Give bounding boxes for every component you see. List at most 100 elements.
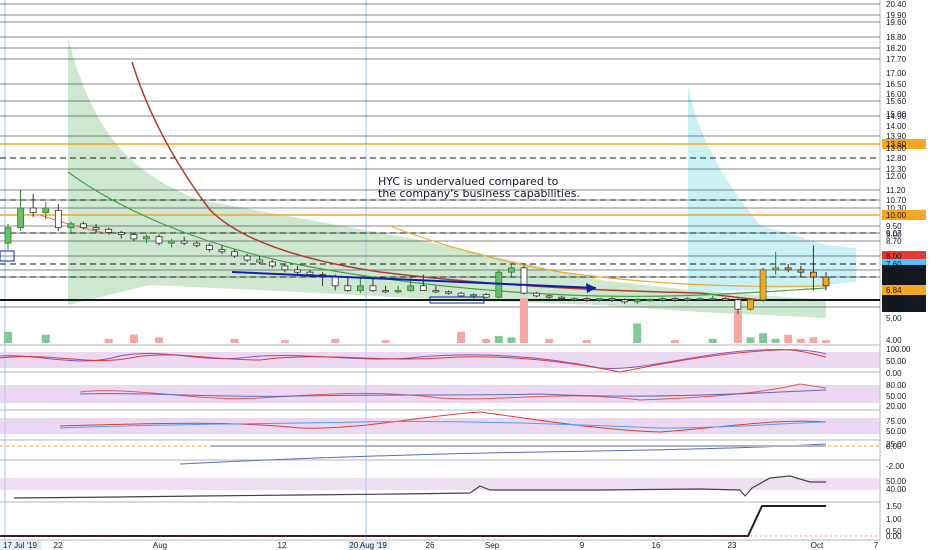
candle-body bbox=[608, 298, 616, 301]
osc-tick-label: 100.00 bbox=[886, 345, 911, 354]
volume-bar bbox=[582, 340, 591, 343]
candle-body bbox=[520, 267, 528, 294]
volume-bar bbox=[708, 338, 717, 343]
candle-body bbox=[143, 236, 150, 240]
candle-body bbox=[709, 298, 717, 300]
price-tick-label: 14.90 bbox=[886, 112, 907, 121]
price-tick-label: 5.75 bbox=[886, 303, 902, 312]
candle-body bbox=[432, 290, 440, 293]
candle-body bbox=[294, 269, 301, 273]
volume-bar bbox=[482, 338, 491, 343]
volume-bar bbox=[519, 298, 528, 343]
osc-tick-label: 80.00 bbox=[886, 381, 907, 390]
candle-body bbox=[256, 259, 264, 263]
price-tick-label: 17.00 bbox=[886, 69, 907, 78]
price-tick-label: 18.20 bbox=[886, 44, 907, 53]
candle-body bbox=[29, 207, 37, 214]
volume-bar bbox=[381, 340, 390, 343]
candle-body bbox=[596, 298, 603, 301]
volume-bar bbox=[457, 331, 466, 343]
volume-bar bbox=[545, 338, 554, 343]
candle-body bbox=[243, 255, 251, 261]
candle-body bbox=[155, 236, 163, 244]
candle-body bbox=[42, 207, 50, 214]
candle-body bbox=[218, 249, 226, 253]
candle-body bbox=[394, 290, 402, 293]
candle-body bbox=[92, 227, 100, 230]
candle-body bbox=[17, 207, 24, 229]
volume-bar bbox=[331, 338, 340, 343]
candle-body bbox=[721, 298, 729, 301]
candle-body bbox=[80, 223, 87, 229]
osc-tick-label: 20.00 bbox=[886, 402, 907, 411]
price-tick-label: 11.20 bbox=[886, 186, 906, 195]
candle-body bbox=[545, 295, 553, 298]
candle-body bbox=[331, 276, 339, 287]
candle-body bbox=[344, 285, 352, 291]
volume-bar bbox=[759, 333, 768, 343]
price-chart[interactable]: HYC is undervalued compared to the compa… bbox=[0, 0, 932, 550]
candle-body bbox=[268, 261, 276, 267]
price-tick-label: 10.00 bbox=[886, 211, 907, 220]
candle-body bbox=[407, 285, 415, 291]
candle-body bbox=[180, 240, 188, 244]
osc-tick-label: 0.00 bbox=[886, 532, 902, 541]
volume-bar bbox=[280, 340, 289, 343]
candle-body bbox=[747, 299, 754, 310]
time-tick-label: 26 bbox=[426, 541, 435, 550]
annotation-line-2: the company's business capabilities. bbox=[378, 187, 580, 200]
time-tick-label: Aug bbox=[153, 541, 167, 550]
price-tick-label: 19.60 bbox=[886, 18, 907, 27]
osc-tick-label: 75.00 bbox=[886, 417, 907, 426]
candle-body bbox=[684, 298, 691, 301]
candle-body bbox=[205, 244, 213, 250]
candle-body bbox=[734, 299, 742, 310]
candle-body bbox=[646, 299, 654, 302]
osc-tick-label: 1.50 bbox=[886, 502, 902, 511]
osc-band bbox=[0, 478, 880, 490]
candle-body bbox=[784, 267, 792, 271]
volume-bar bbox=[633, 323, 642, 343]
osc-tick-label: 1.00 bbox=[886, 515, 902, 524]
candle-body bbox=[507, 267, 515, 273]
osc-tick-label: 40.00 bbox=[886, 485, 907, 494]
price-tick-label: 5.00 bbox=[886, 314, 902, 323]
price-tick-label: 15.60 bbox=[886, 97, 907, 106]
candle-body bbox=[445, 291, 452, 294]
candle-body bbox=[633, 299, 641, 303]
price-tick-label: 4.00 bbox=[886, 336, 902, 345]
osc-tick-label: -2.00 bbox=[886, 462, 905, 471]
candle-body bbox=[671, 298, 679, 301]
candle-body bbox=[621, 299, 629, 303]
time-tick-label: 9 bbox=[580, 541, 585, 550]
price-tick-label: 13.00 bbox=[886, 144, 907, 153]
candle-body bbox=[419, 285, 427, 291]
candle-body bbox=[772, 267, 780, 271]
candle-body bbox=[797, 269, 805, 273]
candle-body bbox=[117, 232, 125, 235]
volume-bar bbox=[155, 337, 164, 343]
price-tick-label: 12.80 bbox=[886, 154, 907, 163]
candle-body bbox=[583, 298, 591, 301]
osc-tick-label: 0.00 bbox=[886, 369, 902, 378]
candle-body bbox=[168, 240, 176, 244]
candle-body bbox=[306, 271, 314, 275]
time-tick-label: 7 bbox=[874, 541, 879, 550]
volume-bar bbox=[104, 338, 113, 343]
candle-body bbox=[67, 223, 75, 229]
candle-body bbox=[105, 228, 113, 233]
volume-bar bbox=[494, 336, 503, 343]
volume-bar bbox=[230, 338, 239, 343]
volume-bar bbox=[733, 310, 742, 343]
osc-tick-label: 50.00 bbox=[886, 357, 907, 366]
volume-bar bbox=[129, 334, 138, 343]
time-tick-label: Sep bbox=[485, 541, 500, 550]
price-tick-label: 16.50 bbox=[886, 80, 907, 89]
candle-body bbox=[130, 234, 138, 240]
volume-bar bbox=[809, 337, 818, 343]
volume-bar bbox=[784, 334, 793, 343]
price-tick-label: 14.00 bbox=[886, 122, 907, 131]
candle-body bbox=[558, 296, 566, 299]
candle-body bbox=[281, 265, 289, 271]
osc-tick-label: 50.00 bbox=[886, 427, 907, 436]
